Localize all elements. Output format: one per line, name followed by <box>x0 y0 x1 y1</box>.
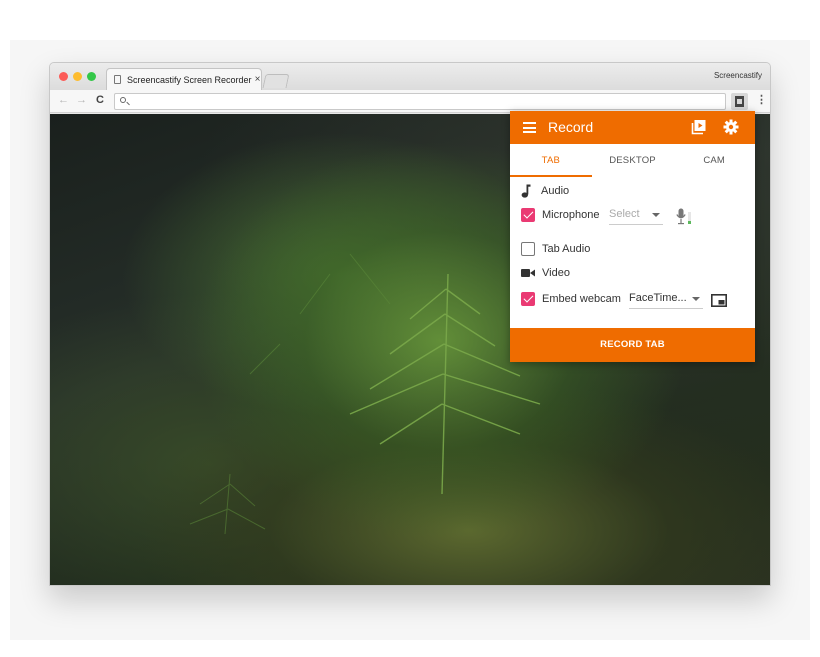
microphone-row: Microphone <box>521 208 599 222</box>
webcam-row: Embed webcam <box>521 292 621 306</box>
microphone-select-value: Select <box>609 208 640 220</box>
tab-tab[interactable]: TAB <box>510 144 592 177</box>
new-tab-button[interactable] <box>262 74 290 88</box>
menu-icon[interactable]: ⋮ <box>756 93 767 106</box>
zoom-window-button[interactable] <box>87 72 96 81</box>
audio-heading-row: Audio <box>521 184 569 198</box>
title-bar: Screencastify Screen Recorder × Screenca… <box>50 63 770 90</box>
close-window-button[interactable] <box>59 72 68 81</box>
webcam-select-value: FaceTime... <box>629 292 687 304</box>
library-icon[interactable] <box>691 119 707 135</box>
microphone-label: Microphone <box>542 209 600 221</box>
address-bar[interactable] <box>114 93 726 110</box>
screencastify-popup: Record TAB DESKTOP CAM Audio Microphone … <box>510 111 755 362</box>
profile-name[interactable]: Screencastify <box>714 71 762 80</box>
audio-heading: Audio <box>541 185 570 197</box>
tab-title: Screencastify Screen Recorder <box>127 74 252 85</box>
hamburger-menu-icon[interactable] <box>523 122 536 133</box>
tab-cam[interactable]: CAM <box>673 144 755 177</box>
tab-audio-row: Tab Audio <box>521 242 590 256</box>
pip-icon[interactable] <box>711 294 727 307</box>
gear-icon[interactable] <box>723 119 739 135</box>
video-heading-row: Video <box>521 267 570 279</box>
reload-button[interactable]: C <box>96 94 104 106</box>
forward-button[interactable]: → <box>76 94 87 106</box>
extension-icon[interactable] <box>731 93 748 110</box>
tab-audio-label: Tab Audio <box>542 243 591 255</box>
video-heading: Video <box>542 267 570 279</box>
tab-desktop[interactable]: DESKTOP <box>592 144 674 177</box>
browser-tab[interactable]: Screencastify Screen Recorder × <box>106 68 262 90</box>
page-icon <box>114 75 121 84</box>
tab-close-button[interactable]: × <box>255 74 261 85</box>
back-button[interactable]: ← <box>58 94 69 106</box>
minimize-window-button[interactable] <box>73 72 82 81</box>
browser-toolbar: ← → C ⋮ <box>50 90 770 113</box>
search-icon <box>120 97 126 103</box>
popup-header: Record <box>510 111 755 144</box>
microphone-select[interactable]: Select <box>609 208 663 225</box>
music-note-icon <box>521 184 531 198</box>
record-tab-button[interactable]: RECORD TAB <box>510 328 755 362</box>
microphone-checkbox[interactable] <box>521 208 535 222</box>
webcam-checkbox[interactable] <box>521 292 535 306</box>
webcam-select[interactable]: FaceTime... <box>629 292 703 309</box>
mode-tabs: TAB DESKTOP CAM <box>510 144 755 177</box>
chevron-down-icon <box>652 213 660 217</box>
webcam-label: Embed webcam <box>542 293 621 305</box>
tab-audio-checkbox[interactable] <box>521 242 535 256</box>
chevron-down-icon <box>692 297 700 301</box>
camera-icon <box>521 269 535 277</box>
mic-icon[interactable] <box>676 208 692 225</box>
popup-title: Record <box>548 119 594 135</box>
